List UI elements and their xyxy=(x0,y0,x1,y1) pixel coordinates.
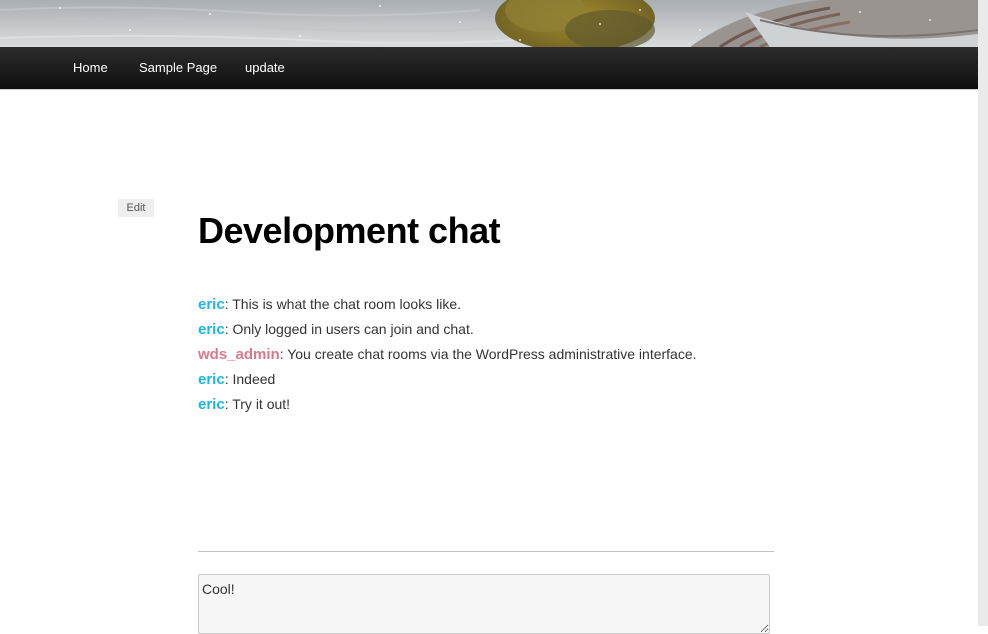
chat-username[interactable]: eric xyxy=(198,396,225,413)
chat-message: eric: Indeed xyxy=(198,367,798,392)
chat-text: Indeed xyxy=(228,371,276,387)
chat-message: eric: Only logged in users can join and … xyxy=(198,317,798,342)
chat-message: eric: This is what the chat room looks l… xyxy=(198,292,798,317)
page-title: Development chat xyxy=(198,210,501,251)
chat-message-input[interactable]: Cool! xyxy=(198,574,770,634)
chat-text: Only logged in users can join and chat. xyxy=(228,321,474,337)
header-image xyxy=(0,0,978,47)
header-photo-icon xyxy=(0,0,978,47)
edit-button[interactable]: Edit xyxy=(118,199,154,217)
chat-divider xyxy=(198,551,774,552)
main-navigation: Home Sample Page update xyxy=(0,47,978,90)
chat-message: wds_admin: You create chat rooms via the… xyxy=(198,342,798,367)
scrollbar-track[interactable] xyxy=(978,0,988,626)
chat-username[interactable]: wds_admin xyxy=(198,346,280,363)
chat-username[interactable]: eric xyxy=(198,371,225,388)
chat-username[interactable]: eric xyxy=(198,321,225,338)
chat-log: eric: This is what the chat room looks l… xyxy=(198,292,798,417)
chat-text: Try it out! xyxy=(228,396,291,412)
nav-item-update[interactable]: update xyxy=(245,60,285,76)
nav-item-home[interactable]: Home xyxy=(73,60,108,76)
chat-text: This is what the chat room looks like. xyxy=(228,296,461,312)
nav-item-sample-page[interactable]: Sample Page xyxy=(139,60,217,76)
chat-text: You create chat rooms via the WordPress … xyxy=(283,346,697,362)
chat-username[interactable]: eric xyxy=(198,296,225,313)
chat-message: eric: Try it out! xyxy=(198,392,798,417)
